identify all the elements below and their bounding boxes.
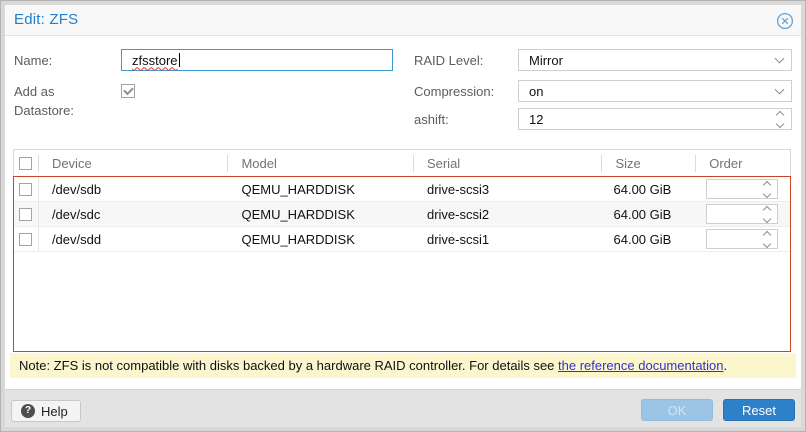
column-header-serial[interactable]: Serial <box>414 155 603 172</box>
ashift-value: 12 <box>529 112 777 127</box>
order-spinner[interactable] <box>706 229 778 249</box>
close-icon[interactable] <box>776 12 794 30</box>
column-header-model[interactable]: Model <box>228 155 414 172</box>
up-down-chevrons-icon[interactable] <box>777 112 783 127</box>
disk-table-header: Device Model Serial Size Order <box>13 149 791 176</box>
up-down-chevrons-icon[interactable] <box>764 182 770 197</box>
order-cell <box>696 204 790 224</box>
compression-select[interactable]: on <box>518 80 792 102</box>
device-cell: /dev/sdd <box>39 232 229 247</box>
raid-level-label: RAID Level: <box>414 50 514 72</box>
name-label: Name: <box>14 50 114 72</box>
question-circle-icon: ? <box>21 404 35 418</box>
order-cell <box>696 229 790 249</box>
ashift-spinner[interactable]: 12 <box>518 108 792 130</box>
disk-table-body: /dev/sdb QEMU_HARDDISK drive-scsi3 64.00… <box>13 176 791 352</box>
compression-value: on <box>529 84 776 99</box>
model-cell: QEMU_HARDDISK <box>228 182 414 197</box>
add-as-datastore-checkbox[interactable] <box>121 84 135 98</box>
size-cell: 64.00 GiB <box>603 207 697 222</box>
dialog-footer: ? Help OK Reset <box>5 389 801 427</box>
order-cell <box>696 179 790 199</box>
column-header-device[interactable]: Device <box>39 155 229 172</box>
zfs-note: Note: ZFS is not compatible with disks b… <box>10 353 796 378</box>
reset-button[interactable]: Reset <box>723 399 795 421</box>
add-as-datastore-label: Add as Datastore: <box>14 82 110 120</box>
device-cell: /dev/sdb <box>39 182 229 197</box>
note-text-end: . <box>724 358 728 373</box>
dialog-title: Edit: ZFS <box>14 11 78 28</box>
size-cell: 64.00 GiB <box>603 182 697 197</box>
reference-documentation-link[interactable]: the reference documentation <box>558 358 724 373</box>
help-button[interactable]: ? Help <box>11 400 81 422</box>
up-down-chevrons-icon[interactable] <box>764 207 770 222</box>
compression-label: Compression: <box>414 81 514 103</box>
model-cell: QEMU_HARDDISK <box>228 207 414 222</box>
serial-cell: drive-scsi3 <box>414 182 603 197</box>
column-header-order[interactable]: Order <box>696 155 790 172</box>
raid-level-select[interactable]: Mirror <box>518 49 792 71</box>
table-row[interactable]: /dev/sdb QEMU_HARDDISK drive-scsi3 64.00… <box>14 177 790 202</box>
edit-zfs-dialog: Edit: ZFS Name: zfsstore Add as Datastor… <box>5 5 801 427</box>
ok-button[interactable]: OK <box>641 399 713 421</box>
row-checkbox[interactable] <box>14 177 39 201</box>
order-spinner[interactable] <box>706 204 778 224</box>
up-down-chevrons-icon[interactable] <box>764 232 770 247</box>
serial-cell: drive-scsi1 <box>414 232 603 247</box>
table-row[interactable]: /dev/sdd QEMU_HARDDISK drive-scsi1 64.00… <box>14 227 790 252</box>
name-input[interactable]: zfsstore <box>121 49 393 71</box>
chevron-down-icon <box>775 53 785 63</box>
ashift-label: ashift: <box>414 109 514 131</box>
disk-table: Device Model Serial Size Order /dev/sdb … <box>13 149 791 352</box>
dialog-window: Edit: ZFS Name: zfsstore Add as Datastor… <box>0 0 806 432</box>
model-cell: QEMU_HARDDISK <box>228 232 414 247</box>
chevron-down-icon <box>775 84 785 94</box>
device-cell: /dev/sdc <box>39 207 229 222</box>
raid-level-value: Mirror <box>529 53 776 68</box>
column-header-size[interactable]: Size <box>602 155 696 172</box>
table-row[interactable]: /dev/sdc QEMU_HARDDISK drive-scsi2 64.00… <box>14 202 790 227</box>
size-cell: 64.00 GiB <box>603 232 697 247</box>
serial-cell: drive-scsi2 <box>414 207 603 222</box>
name-input-value: zfsstore <box>132 53 178 68</box>
note-text: Note: ZFS is not compatible with disks b… <box>19 358 558 373</box>
dialog-titlebar: Edit: ZFS <box>5 5 801 36</box>
select-all-checkbox[interactable] <box>14 155 39 172</box>
help-button-label: Help <box>41 404 68 419</box>
row-checkbox[interactable] <box>14 227 39 251</box>
row-checkbox[interactable] <box>14 202 39 226</box>
text-caret <box>179 53 180 67</box>
order-spinner[interactable] <box>706 179 778 199</box>
